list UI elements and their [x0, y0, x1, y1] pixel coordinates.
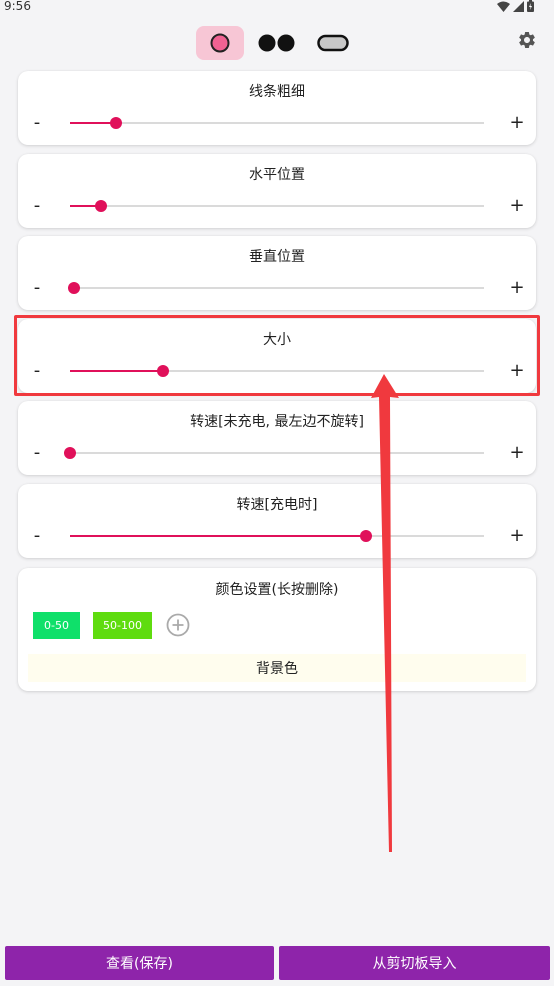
- slider-fill: [70, 535, 366, 537]
- increase-button[interactable]: +: [507, 113, 527, 133]
- import-clipboard-button[interactable]: 从剪切板导入: [279, 946, 550, 980]
- color-range-chip[interactable]: 0-50: [33, 612, 80, 639]
- gear-icon[interactable]: [517, 30, 537, 50]
- battery-icon: [527, 0, 534, 12]
- slider-card-vertical-position: 垂直位置 - +: [18, 236, 536, 310]
- mode-tab-single-circle[interactable]: [196, 26, 244, 60]
- increase-button[interactable]: +: [507, 278, 527, 298]
- slider-thumb[interactable]: [64, 447, 76, 459]
- increase-button[interactable]: +: [507, 526, 527, 546]
- signal-icon: [513, 0, 524, 12]
- decrease-button[interactable]: -: [27, 196, 47, 216]
- decrease-button[interactable]: -: [27, 113, 47, 133]
- slider-card-speed-charging: 转速[充电时] - +: [18, 484, 536, 558]
- decrease-button[interactable]: -: [27, 278, 47, 298]
- speed-charging-slider[interactable]: [70, 529, 484, 543]
- single-circle-icon: [210, 33, 230, 53]
- color-range-chip[interactable]: 50-100: [93, 612, 152, 639]
- increase-button[interactable]: +: [507, 443, 527, 463]
- slider-card-line-thickness: 线条粗细 - +: [18, 71, 536, 145]
- pill-icon: [317, 34, 349, 52]
- slider-title: 线条粗细: [249, 84, 305, 100]
- line-thickness-slider[interactable]: [70, 116, 484, 130]
- decrease-button[interactable]: -: [27, 526, 47, 546]
- mode-bar: [0, 26, 554, 60]
- slider-title: 垂直位置: [249, 249, 305, 265]
- highlight-frame: [14, 315, 540, 396]
- mode-tab-pill[interactable]: [309, 26, 357, 60]
- slider-thumb[interactable]: [360, 530, 372, 542]
- slider-title: 转速[未充电, 最左边不旋转]: [190, 414, 364, 430]
- status-icons: [497, 0, 534, 12]
- decrease-button[interactable]: -: [27, 443, 47, 463]
- slider-track: [70, 287, 484, 289]
- slider-track: [70, 205, 484, 207]
- speed-not-charging-slider[interactable]: [64, 446, 484, 460]
- slider-card-horizontal-position: 水平位置 - +: [18, 154, 536, 228]
- slider-track: [70, 452, 484, 454]
- slider-thumb[interactable]: [109, 117, 122, 129]
- horizontal-position-slider[interactable]: [70, 199, 484, 213]
- color-settings-title: 颜色设置(长按删除): [215, 582, 339, 598]
- wifi-icon: [497, 1, 510, 12]
- mode-tab-double-circle[interactable]: [253, 26, 301, 60]
- add-circle-icon[interactable]: [166, 613, 190, 637]
- slider-track: [70, 122, 484, 124]
- background-color-row[interactable]: 背景色: [28, 654, 526, 682]
- double-circle-icon: [258, 34, 295, 52]
- slider-title: 转速[充电时]: [236, 497, 318, 513]
- slider-thumb[interactable]: [68, 282, 81, 294]
- vertical-position-slider[interactable]: [68, 281, 484, 295]
- status-time: 9:56: [4, 0, 31, 13]
- slider-fill: [70, 122, 116, 124]
- slider-card-speed-not-charging: 转速[未充电, 最左边不旋转] - +: [18, 401, 536, 475]
- color-settings-card: 颜色设置(长按删除) 0-50 50-100 背景色: [18, 568, 536, 691]
- slider-thumb[interactable]: [95, 200, 108, 212]
- status-bar: 9:56: [0, 0, 554, 14]
- increase-button[interactable]: +: [507, 196, 527, 216]
- slider-title: 水平位置: [249, 167, 305, 183]
- view-save-button[interactable]: 查看(保存): [5, 946, 274, 980]
